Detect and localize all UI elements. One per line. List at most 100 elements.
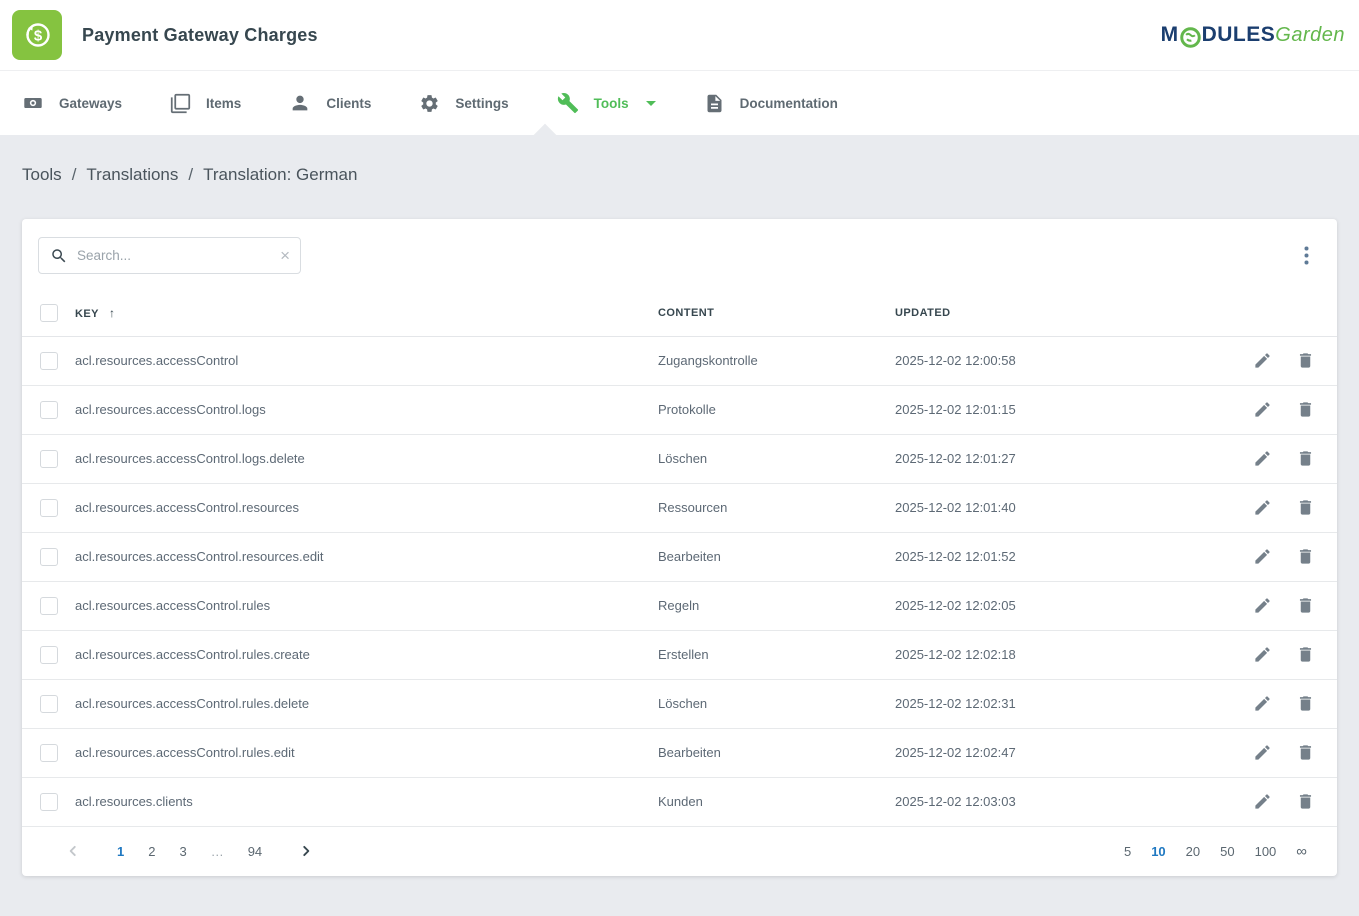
row-checkbox[interactable] [40,744,58,762]
delete-icon[interactable] [1296,498,1315,517]
row-key: acl.resources.accessControl.resources [75,483,658,532]
page-size-button[interactable]: 10 [1141,840,1175,863]
row-checkbox[interactable] [40,401,58,419]
nav-item-settings[interactable]: Settings [419,93,508,114]
delete-icon[interactable] [1296,694,1315,713]
document-icon [704,93,725,114]
column-header-updated[interactable]: UPDATED [895,290,1227,336]
row-content: Ressourcen [658,483,895,532]
nav-item-documentation[interactable]: Documentation [704,93,838,114]
translations-card: × KEY↑ CONTENT UPDATED [22,219,1337,876]
search-box: × [38,237,301,274]
edit-icon[interactable] [1253,743,1272,762]
breadcrumb-tools[interactable]: Tools [22,165,62,185]
more-options-icon[interactable] [1292,240,1321,271]
page-size-infinity[interactable]: ∞ [1286,839,1317,864]
edit-icon[interactable] [1253,694,1272,713]
nav-label: Documentation [740,96,838,111]
delete-icon[interactable] [1296,645,1315,664]
row-key: acl.resources.accessControl.rules.edit [75,728,658,777]
edit-icon[interactable] [1253,449,1272,468]
search-input[interactable] [77,248,271,263]
table-row: acl.resources.accessControl.rules.create… [22,630,1337,679]
breadcrumb-separator: / [72,165,77,185]
page-navigation: 123 … 94 [60,840,319,863]
edit-icon[interactable] [1253,351,1272,370]
row-checkbox[interactable] [40,597,58,615]
table-row: acl.resources.accessControl.rules.delete… [22,679,1337,728]
edit-icon[interactable] [1253,645,1272,664]
delete-icon[interactable] [1296,596,1315,615]
app-logo-icon: $ [12,10,62,60]
page-ellipsis: … [202,840,233,863]
wrench-icon [557,92,579,114]
delete-icon[interactable] [1296,743,1315,762]
row-key: acl.resources.accessControl.rules.delete [75,679,658,728]
page-size-button[interactable]: 50 [1210,840,1244,863]
delete-icon[interactable] [1296,547,1315,566]
previous-page-icon[interactable] [60,840,86,862]
table-row: acl.resources.accessControl.rules Regeln… [22,581,1337,630]
row-checkbox[interactable] [40,695,58,713]
row-content: Bearbeiten [658,728,895,777]
search-icon [50,247,68,265]
edit-icon[interactable] [1253,596,1272,615]
page-size-button[interactable]: 20 [1176,840,1210,863]
row-checkbox[interactable] [40,793,58,811]
table-header-row: KEY↑ CONTENT UPDATED [22,290,1337,336]
row-checkbox[interactable] [40,646,58,664]
row-content: Bearbeiten [658,532,895,581]
delete-icon[interactable] [1296,449,1315,468]
nav-label: Items [206,96,241,111]
layers-icon [170,93,191,114]
next-page-icon[interactable] [293,840,319,862]
breadcrumb-current: Translation: German [203,165,357,185]
nav-item-tools[interactable]: Tools [557,92,656,114]
table-row: acl.resources.accessControl.logs.delete … [22,434,1337,483]
page-button[interactable]: 94 [239,840,271,863]
row-updated: 2025-12-02 12:00:58 [895,336,1227,385]
page-button[interactable]: 1 [108,840,133,863]
delete-icon[interactable] [1296,792,1315,811]
edit-icon[interactable] [1253,498,1272,517]
row-key: acl.resources.accessControl [75,336,658,385]
table-row: acl.resources.clients Kunden 2025-12-02 … [22,777,1337,826]
row-updated: 2025-12-02 12:03:03 [895,777,1227,826]
breadcrumb: Tools / Translations / Translation: Germ… [22,135,1337,219]
edit-icon[interactable] [1253,400,1272,419]
row-checkbox[interactable] [40,352,58,370]
edit-icon[interactable] [1253,792,1272,811]
delete-icon[interactable] [1296,351,1315,370]
row-checkbox[interactable] [40,450,58,468]
money-icon [22,92,44,114]
table-row: acl.resources.accessControl.resources Re… [22,483,1337,532]
column-header-content[interactable]: CONTENT [658,290,895,336]
nav-item-items[interactable]: Items [170,93,241,114]
column-header-key[interactable]: KEY↑ [75,290,658,336]
row-content: Protokolle [658,385,895,434]
row-updated: 2025-12-02 12:01:40 [895,483,1227,532]
select-all-checkbox[interactable] [40,304,58,322]
brand-part2: DULES [1202,23,1276,47]
page-button[interactable]: 3 [170,840,195,863]
row-updated: 2025-12-02 12:01:27 [895,434,1227,483]
page-button[interactable]: 2 [139,840,164,863]
row-key: acl.resources.accessControl.resources.ed… [75,532,658,581]
page-size-button[interactable]: 100 [1245,840,1287,863]
nav-item-clients[interactable]: Clients [289,92,371,114]
edit-icon[interactable] [1253,547,1272,566]
brand-part3: Garden [1275,24,1345,47]
brand-part1: M [1161,23,1179,47]
modulesgarden-logo: M DULES Garden [1161,23,1345,47]
row-checkbox[interactable] [40,548,58,566]
clear-search-icon[interactable]: × [280,247,290,264]
table-row: acl.resources.accessControl.rules.edit B… [22,728,1337,777]
delete-icon[interactable] [1296,400,1315,419]
row-updated: 2025-12-02 12:02:18 [895,630,1227,679]
table-row: acl.resources.accessControl Zugangskontr… [22,336,1337,385]
row-checkbox[interactable] [40,499,58,517]
row-key: acl.resources.accessControl.logs [75,385,658,434]
page-size-button[interactable]: 5 [1114,840,1141,863]
nav-item-gateways[interactable]: Gateways [22,92,122,114]
breadcrumb-translations[interactable]: Translations [86,165,178,185]
